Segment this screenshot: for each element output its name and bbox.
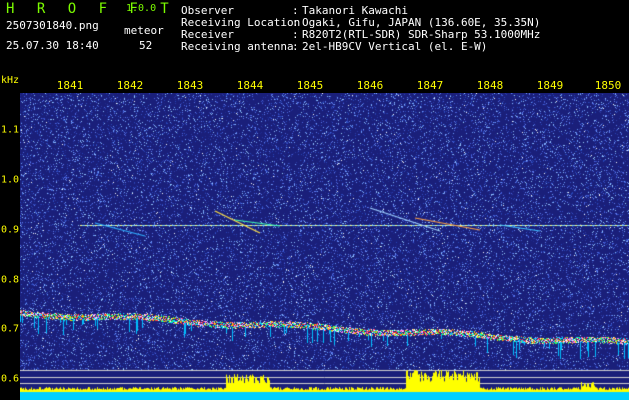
receiver-label: Receiver: [181, 28, 234, 41]
x-tick-label: 1849: [536, 79, 564, 92]
meteor-count-value: 52: [139, 39, 153, 52]
y-axis-unit: kHz: [1, 75, 20, 86]
observer-label: Observer: [181, 4, 234, 17]
spectrogram-plot: [20, 93, 629, 400]
y-tick-label: 0.9: [1, 224, 20, 236]
receiver-value: R820T2(RTL-SDR) SDR-Sharp 53.1000MHz: [302, 28, 541, 41]
header-panel: H R O F F T 1.0.0 2507301840.png 25.07.3…: [0, 0, 629, 75]
x-tick-label: 1844: [236, 79, 264, 92]
y-tick-label: 1.0: [1, 174, 20, 186]
app-version: 1.0.0: [126, 3, 157, 14]
separator: :: [292, 4, 299, 17]
antenna-label: Receiving antenna: [181, 40, 294, 53]
x-tick-label: 1848: [476, 79, 504, 92]
x-tick-label: 1845: [296, 79, 324, 92]
timestamp: 25.07.30 18:40: [6, 39, 99, 52]
y-tick-label: 0.8: [1, 274, 20, 286]
separator: :: [292, 16, 299, 29]
observer-value: Takanori Kawachi: [302, 4, 408, 17]
x-tick-label: 1841: [56, 79, 84, 92]
x-tick-label: 1846: [356, 79, 384, 92]
x-tick-label: 1850: [594, 79, 622, 92]
y-tick-label: 1.1: [1, 124, 20, 136]
antenna-value: 2el-HB9CV Vertical (el. E-W): [302, 40, 488, 53]
x-tick-label: 1843: [176, 79, 204, 92]
location-label: Receiving Location: [181, 16, 301, 29]
location-value: Ogaki, Gifu, JAPAN (136.60E, 35.35N): [302, 16, 541, 29]
meteor-count-label: meteor: [124, 24, 164, 37]
separator: :: [292, 28, 299, 41]
x-tick-label: 1847: [416, 79, 444, 92]
y-tick-label: 0.6: [1, 373, 20, 385]
x-tick-label: 1842: [116, 79, 144, 92]
separator: :: [292, 40, 299, 53]
file-name: 2507301840.png: [6, 19, 99, 32]
y-tick-label: 0.7: [1, 323, 20, 335]
